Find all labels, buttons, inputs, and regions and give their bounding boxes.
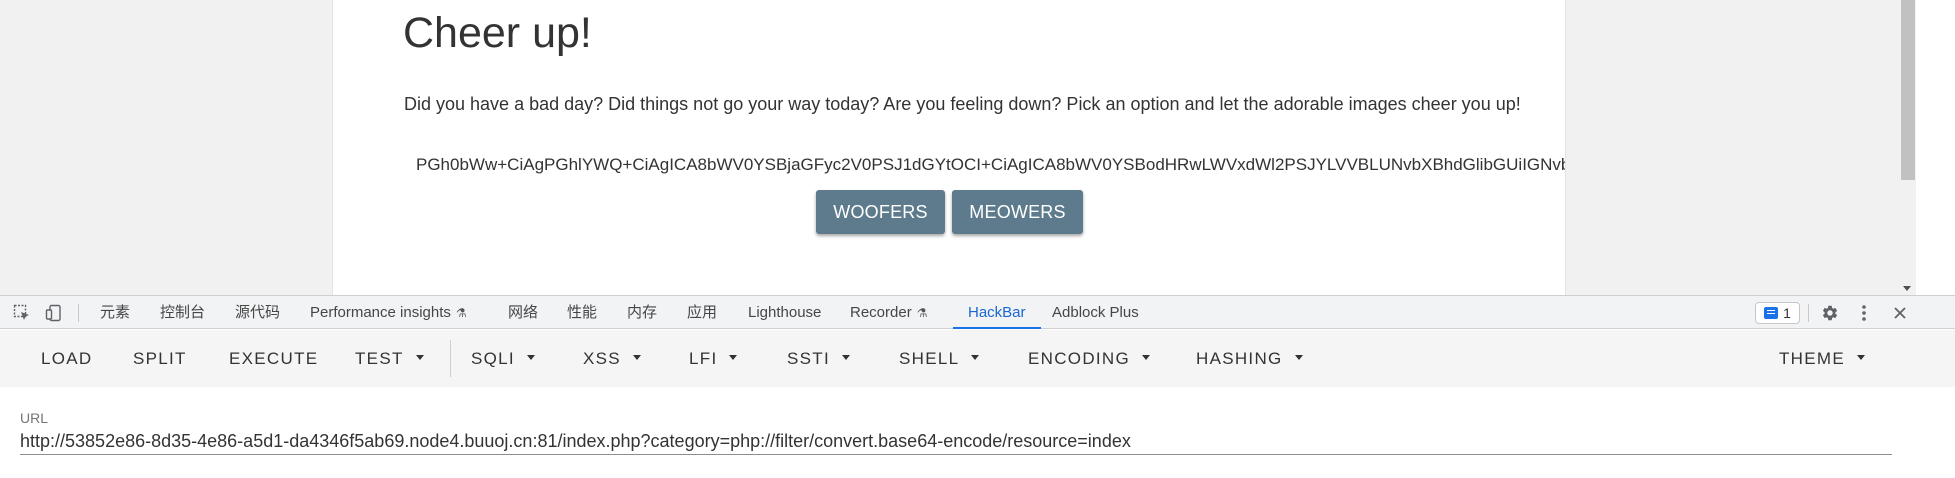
- tab-sources[interactable]: 源代码: [235, 296, 280, 329]
- tab-network[interactable]: 网络: [508, 296, 538, 329]
- tab-lighthouse[interactable]: Lighthouse: [748, 296, 821, 329]
- tab-divider: [1808, 304, 1809, 322]
- tab-application[interactable]: 应用: [687, 296, 717, 329]
- test-dropdown[interactable]: TEST: [355, 330, 424, 387]
- page-title: Cheer up!: [403, 9, 592, 57]
- url-input[interactable]: [20, 429, 1892, 455]
- scrollbar-thumb[interactable]: [1901, 0, 1915, 180]
- ssti-dropdown[interactable]: SSTI: [787, 330, 850, 387]
- toolbar-divider: [450, 340, 451, 377]
- test-label: TEST: [355, 349, 404, 368]
- inspect-icon[interactable]: [10, 296, 34, 329]
- caret-down-icon: [415, 355, 424, 361]
- xss-label: XSS: [583, 349, 621, 368]
- tab-divider: [78, 304, 79, 322]
- xss-dropdown[interactable]: XSS: [583, 330, 641, 387]
- tab-hackbar[interactable]: HackBar: [953, 296, 1041, 329]
- woofers-button[interactable]: WOOFERS: [816, 190, 945, 234]
- hashing-dropdown[interactable]: HASHING: [1196, 330, 1303, 387]
- base64-output-text: PGh0bWw+CiAgPGhlYWQ+CiAgICA8bWV0YSBjaGFy…: [416, 155, 1565, 174]
- caret-down-icon: [842, 355, 850, 361]
- scroll-down-arrow-icon[interactable]: [1903, 286, 1911, 291]
- meowers-button[interactable]: MEOWERS: [952, 190, 1083, 234]
- more-vertical-icon[interactable]: [1853, 296, 1875, 329]
- flask-icon: ⚗: [916, 306, 928, 320]
- caret-down-icon: [1857, 355, 1865, 361]
- tab-performance-insights-label: Performance insights: [310, 304, 451, 321]
- tab-recorder-label: Recorder: [850, 304, 912, 321]
- tab-performance[interactable]: 性能: [567, 296, 597, 329]
- tab-recorder[interactable]: Recorder ⚗: [850, 296, 927, 329]
- caret-down-icon: [526, 355, 535, 361]
- devtools-tab-bar: 元素 控制台 源代码 Performance insights ⚗ 网络 性能 内…: [0, 295, 1955, 329]
- sqli-dropdown[interactable]: SQLI: [471, 330, 535, 387]
- page-viewport: Cheer up! Did you have a bad day? Did th…: [0, 0, 1916, 295]
- load-button[interactable]: LOAD: [41, 330, 93, 387]
- url-panel: URL: [0, 387, 1955, 478]
- sqli-label: SQLI: [471, 349, 515, 368]
- flask-icon: ⚗: [455, 306, 467, 320]
- message-icon: [1764, 307, 1779, 319]
- ssti-label: SSTI: [787, 349, 830, 368]
- execute-button[interactable]: EXECUTE: [229, 330, 318, 387]
- issues-count: 1: [1783, 305, 1791, 321]
- vertical-scrollbar[interactable]: [1898, 0, 1916, 295]
- issues-badge[interactable]: 1: [1755, 302, 1800, 324]
- shell-label: SHELL: [899, 349, 960, 368]
- lfi-dropdown[interactable]: LFI: [689, 330, 738, 387]
- hackbar-toolbar: LOAD SPLIT EXECUTE TEST SQLI XSS LFI SST…: [0, 330, 1955, 387]
- page-intro-text: Did you have a bad day? Did things not g…: [404, 94, 1521, 114]
- device-toggle-icon[interactable]: [42, 296, 66, 329]
- tab-console[interactable]: 控制台: [160, 296, 205, 329]
- hashing-label: HASHING: [1196, 349, 1283, 368]
- encoding-dropdown[interactable]: ENCODING: [1028, 330, 1151, 387]
- caret-down-icon: [971, 355, 980, 361]
- theme-label: THEME: [1779, 349, 1845, 368]
- shell-dropdown[interactable]: SHELL: [899, 330, 980, 387]
- url-label: URL: [20, 410, 49, 426]
- encoding-label: ENCODING: [1028, 349, 1131, 368]
- tab-adblock-plus[interactable]: Adblock Plus: [1052, 296, 1139, 329]
- settings-gear-icon[interactable]: [1816, 296, 1844, 329]
- caret-down-icon: [1294, 355, 1303, 361]
- caret-down-icon: [632, 355, 641, 361]
- caret-down-icon: [729, 355, 738, 361]
- content-card: Cheer up! Did you have a bad day? Did th…: [332, 0, 1566, 295]
- split-button[interactable]: SPLIT: [133, 330, 187, 387]
- theme-dropdown[interactable]: THEME: [1779, 330, 1865, 387]
- tab-performance-insights[interactable]: Performance insights ⚗: [310, 296, 467, 329]
- tab-memory[interactable]: 内存: [627, 296, 657, 329]
- caret-down-icon: [1142, 355, 1151, 361]
- tab-elements[interactable]: 元素: [100, 296, 130, 329]
- close-icon[interactable]: [1887, 296, 1913, 329]
- lfi-label: LFI: [689, 349, 718, 368]
